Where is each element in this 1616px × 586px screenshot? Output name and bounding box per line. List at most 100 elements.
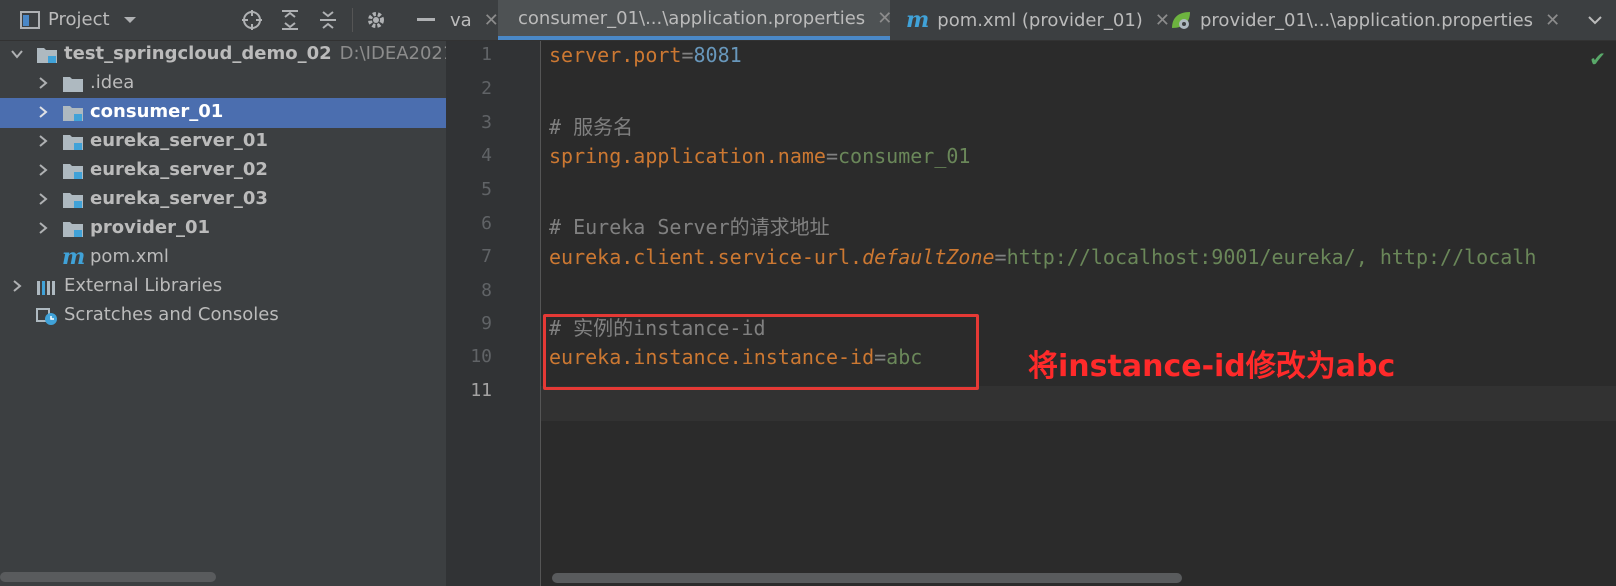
line-number: 8	[481, 280, 492, 301]
chevron-right-icon[interactable]	[36, 134, 50, 148]
module-folder-icon	[63, 193, 83, 208]
module-folder-icon	[63, 135, 83, 150]
tree-item-label: eureka_server_03	[90, 188, 268, 209]
code-line-4: spring.application.name=consumer_01	[549, 144, 970, 168]
expand-all-icon[interactable]	[278, 8, 302, 32]
tab-label: pom.xml (provider_01)	[937, 9, 1143, 31]
line-number-current: 11	[470, 380, 492, 401]
equals-sign: =	[825, 144, 838, 168]
inspection-ok-check-icon[interactable]: ✔	[1589, 47, 1606, 71]
tree-item-label: External Libraries	[64, 275, 223, 296]
tree-item-provider-01[interactable]: provider_01	[0, 214, 446, 244]
hide-panel-icon[interactable]	[414, 8, 438, 32]
tab-label: provider_01\...\application.properties	[1200, 9, 1534, 31]
spring-properties-icon	[1172, 12, 1190, 29]
tab-provider-application-properties[interactable]: provider_01\...\application.properties ✕	[1158, 0, 1568, 40]
tab-pom-xml-provider[interactable]: m pom.xml (provider_01) ✕	[894, 0, 1170, 40]
line-number: 4	[481, 145, 492, 166]
chevron-right-icon[interactable]	[36, 192, 50, 206]
root-module-name: test_springcloud_demo_02	[64, 43, 332, 64]
module-folder-icon	[63, 164, 83, 179]
module-folder-icon	[63, 222, 83, 237]
annotation-text: 将instance-id修改为abc	[1028, 349, 1396, 384]
editor-horizontal-scrollbar[interactable]	[552, 573, 1182, 583]
folder-icon	[63, 77, 83, 92]
line-number: 2	[481, 78, 492, 99]
locate-file-icon[interactable]	[240, 8, 264, 32]
gear-icon[interactable]	[364, 8, 388, 32]
header-divider	[352, 8, 353, 32]
property-value: consumer_01	[838, 144, 971, 168]
tab-consumer-application-properties[interactable]: consumer_01\...\application.properties ✕	[498, 0, 892, 40]
property-key: spring.application.name	[549, 144, 826, 168]
project-tool-window: Project test_springcloud_demo_02 D:\IDEA2…	[0, 0, 446, 586]
line-number: 6	[481, 213, 492, 234]
close-icon[interactable]: ✕	[877, 8, 892, 29]
equals-sign: =	[681, 43, 694, 67]
module-folder-icon	[37, 48, 57, 63]
code-line-6-comment: # Eureka Server的请求地址	[549, 215, 830, 239]
tree-item-idea[interactable]: .idea	[0, 69, 446, 99]
collapse-all-icon[interactable]	[316, 8, 340, 32]
line-number: 9	[481, 313, 492, 334]
line-number: 1	[481, 44, 492, 65]
chevron-right-icon[interactable]	[36, 221, 50, 235]
close-icon[interactable]: ✕	[1545, 10, 1560, 31]
line-number: 7	[481, 246, 492, 267]
tree-item-consumer-01[interactable]: consumer_01	[0, 98, 446, 128]
close-icon[interactable]: ✕	[484, 10, 499, 31]
equals-sign: =	[994, 245, 1007, 269]
chevron-right-icon[interactable]	[36, 76, 50, 90]
tree-item-label: provider_01	[90, 217, 211, 238]
scratches-icon	[36, 308, 57, 325]
libraries-icon	[37, 281, 55, 295]
chevron-right-icon[interactable]	[36, 105, 50, 119]
project-tool-window-header: Project	[0, 0, 446, 41]
tab-label: consumer_01\...\application.properties	[518, 7, 866, 29]
property-key: eureka.client.service-url.	[549, 245, 863, 269]
module-folder-icon	[63, 106, 83, 121]
tree-item-label: Scratches and Consoles	[64, 304, 279, 325]
current-line-highlight	[541, 386, 1616, 421]
chevron-right-icon[interactable]	[10, 279, 24, 293]
root-module-path: D:\IDEA2021\w	[339, 43, 446, 64]
tab-java-file[interactable]: va ✕	[446, 0, 499, 40]
tree-item-eureka-server-03[interactable]: eureka_server_03	[0, 185, 446, 215]
tree-item-label: eureka_server_01	[90, 130, 268, 151]
line-number: 3	[481, 112, 492, 133]
code-line-3-comment: # 服务名	[549, 115, 634, 139]
tree-item-root-module[interactable]: test_springcloud_demo_02 D:\IDEA2021\w	[0, 40, 446, 70]
tree-item-scratches[interactable]: Scratches and Consoles	[0, 301, 446, 331]
tree-item-eureka-server-01[interactable]: eureka_server_01	[0, 127, 446, 157]
annotation-highlight-box	[543, 314, 979, 390]
project-window-icon	[18, 8, 42, 32]
tree-item-label: pom.xml	[90, 246, 169, 267]
tree-item-eureka-server-02[interactable]: eureka_server_02	[0, 156, 446, 186]
chevron-down-icon[interactable]	[120, 8, 140, 32]
tab-list-dropdown[interactable]	[1580, 0, 1610, 40]
code-line-1: server.port=8081	[549, 43, 742, 67]
chevron-down-icon[interactable]	[1587, 14, 1603, 26]
tab-label: va	[450, 9, 472, 31]
tree-item-pom-xml[interactable]: m pom.xml	[0, 243, 446, 273]
project-view-selector-label[interactable]: Project	[48, 9, 110, 30]
chevron-down-icon[interactable]	[10, 47, 24, 61]
chevron-right-icon[interactable]	[36, 163, 50, 177]
line-number: 5	[481, 179, 492, 200]
property-value: http://localhost:9001/eureka/, http://lo…	[1006, 245, 1537, 269]
property-value: 8081	[693, 43, 742, 67]
tree-item-label: .idea	[90, 72, 135, 93]
line-number-gutter: 1 2 3 4 5 6 7 8 9 10 11	[446, 41, 541, 586]
tree-item-label: consumer_01	[90, 101, 224, 122]
editor-tab-bar: va ✕ consumer_01\...\application.propert…	[446, 0, 1616, 41]
property-key: server.port	[549, 43, 682, 67]
project-horizontal-scrollbar[interactable]	[0, 572, 216, 582]
tree-item-label: test_springcloud_demo_02 D:\IDEA2021\w	[64, 43, 446, 64]
maven-icon: m	[906, 7, 930, 33]
line-number: 10	[470, 346, 492, 367]
property-key-italic: defaultZone	[862, 245, 995, 269]
tree-item-external-libraries[interactable]: External Libraries	[0, 272, 446, 302]
maven-icon: m	[62, 244, 86, 270]
code-line-7: eureka.client.service-url.defaultZone=ht…	[549, 245, 1536, 269]
tree-item-label: eureka_server_02	[90, 159, 268, 180]
